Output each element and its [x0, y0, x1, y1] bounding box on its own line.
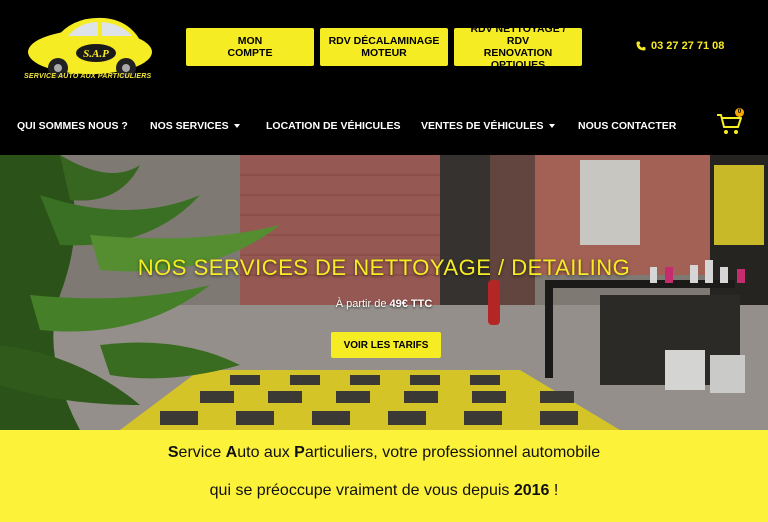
decalaminage-appointment-button[interactable]: RDV DÉCALAMINAGE MOTEUR [320, 28, 448, 66]
hero-price: À partir de 49€ TTC [335, 298, 433, 310]
svg-text:S.A.P: S.A.P [83, 48, 109, 60]
main-navigation: QUI SOMMES NOUS ? NOS SERVICES LOCATION … [0, 108, 768, 144]
logo-tagline: SERVICE AUTO AUX PARTICULIERS [24, 73, 152, 80]
my-account-button[interactable]: MON COMPTE [186, 28, 314, 66]
hero-banner: NOS SERVICES DE NETTOYAGE / DETAILING À … [0, 155, 768, 430]
phone-number: 03 27 27 71 08 [651, 40, 725, 52]
chevron-down-icon [233, 124, 240, 128]
nav-item-sales[interactable]: VENTES DE VÉHICULES [421, 120, 555, 132]
nav-item-rentals[interactable]: LOCATION DE VÉHICULES [266, 120, 401, 132]
cart-count-badge: 0 [735, 108, 744, 117]
intro-line-1: Service Auto aux Particuliers, votre pro… [167, 444, 601, 461]
nav-item-about[interactable]: QUI SOMMES NOUS ? [17, 120, 128, 132]
nav-item-services[interactable]: NOS SERVICES [150, 120, 240, 132]
phone-link[interactable]: 03 27 27 71 08 [636, 40, 724, 52]
nav-item-contact[interactable]: NOUS CONTACTER [578, 120, 676, 132]
hero-title: NOS SERVICES DE NETTOYAGE / DETAILING [137, 255, 631, 280]
chevron-down-icon [548, 124, 555, 128]
hero-background-image [0, 155, 768, 430]
cleaning-appointment-button[interactable]: RDV NETTOYAGE / RDV RENOVATION OPTIQUES [454, 23, 582, 71]
phone-icon [636, 41, 646, 51]
intro-band: Service Auto aux Particuliers, votre pro… [0, 430, 768, 522]
view-rates-button[interactable]: VOIR LES TARIFS [331, 332, 441, 358]
intro-line-2: qui se préoccupe vraiment de vous depuis… [209, 482, 559, 499]
site-header: S.A.P SERVICE AUTO AUX PARTICULIERS MON C… [0, 0, 768, 155]
